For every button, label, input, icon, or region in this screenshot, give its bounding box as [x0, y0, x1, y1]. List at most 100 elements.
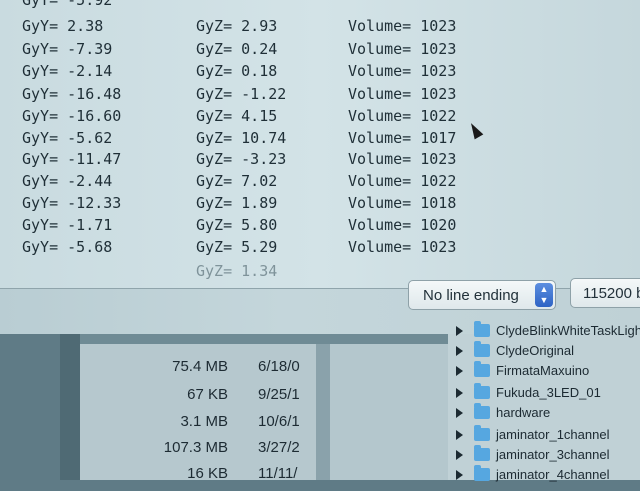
finder-window: 75.4 MB 6/18/0 67 KB 9/25/1 3.1 MB 10/6/… [0, 321, 640, 482]
folder-name: ClydeBlinkWhiteTaskLight [496, 323, 640, 338]
serial-line: GyY= -16.60 GyZ= 4.15 Volume= 1022 [0, 107, 640, 129]
folder-name: FirmataMaxuino [496, 363, 590, 378]
volume-value: Volume= 1023 [348, 150, 457, 168]
folder-icon [474, 403, 490, 419]
disclosure-triangle-icon[interactable] [456, 346, 463, 356]
folder-list: ClydeBlinkWhiteTaskLight ClydeOriginal F… [448, 321, 640, 482]
gyy-value: GyY= -1.71 [22, 216, 113, 234]
volume-value: Volume= 1023 [348, 238, 457, 256]
sidebar-divider[interactable] [60, 334, 80, 480]
volume-value: Volume= 1020 [348, 216, 457, 234]
gyy-value: GyY= -16.60 [22, 107, 122, 125]
serial-line: GyY= -5.92 [0, 0, 640, 13]
folder-name: ClydeOriginal [496, 343, 575, 358]
baud-rate-dropdown[interactable]: 115200 ba [570, 278, 640, 308]
gyz-value: GyZ= 0.24 [196, 40, 278, 58]
gyz-value: GyZ= 4.15 [196, 107, 278, 125]
line-ending-label: No line ending [423, 286, 519, 304]
gyz-value: GyZ= 2.93 [196, 17, 278, 35]
file-date: 6/18/0 [258, 358, 300, 375]
folder-item[interactable]: hardware [448, 403, 640, 426]
folder-name: jaminator_1channel [496, 427, 610, 442]
file-size: 16 KB [187, 465, 228, 482]
column-gap [330, 344, 448, 480]
serial-line: GyY= 2.38 GyZ= 2.93 Volume= 1023 [0, 17, 640, 39]
serial-line: GyY= -16.48 GyZ= -1.22 Volume= 1023 [0, 85, 640, 107]
gyy-value: GyY= -7.39 [22, 40, 113, 58]
serial-line: GyY= -11.47 GyZ= -3.23 Volume= 1023 [0, 150, 640, 172]
gyy-value: GyY= -2.44 [22, 172, 113, 190]
volume-value: Volume= 1023 [348, 62, 457, 80]
gyz-value: GyZ= 5.29 [196, 238, 278, 256]
baud-rate-label: 115200 ba [583, 284, 640, 302]
serial-line: GyY= -12.33 GyZ= 1.89 Volume= 1018 [0, 194, 640, 216]
folder-name: hardware [496, 405, 551, 420]
folder-name: jaminator_3channel [496, 447, 610, 462]
volume-value: Volume= 1017 [348, 129, 457, 147]
gyy-value: GyY= -5.62 [22, 129, 113, 147]
serial-line: GyY= -2.44 GyZ= 7.02 Volume= 1022 [0, 172, 640, 194]
disclosure-triangle-icon[interactable] [456, 366, 463, 376]
folder-icon [474, 465, 490, 481]
folder-icon [474, 321, 490, 337]
file-size: 3.1 MB [180, 413, 228, 430]
folder-icon [474, 445, 490, 461]
updown-arrows-icon: ▲ ▼ [535, 283, 553, 307]
folder-icon [474, 383, 490, 399]
gyz-value: GyZ= 0.18 [196, 62, 278, 80]
gyz-value: GyZ= 1.89 [196, 194, 278, 212]
gyz-value: GyZ= 7.02 [196, 172, 278, 190]
disclosure-triangle-icon[interactable] [456, 430, 463, 440]
gyy-value: GyY= -12.33 [22, 194, 122, 212]
column-divider[interactable] [316, 344, 330, 480]
volume-value: Volume= 1023 [348, 85, 457, 103]
gyy-value: GyY= -16.48 [22, 85, 122, 103]
gyy-value: GyY= -5.68 [22, 238, 113, 256]
gyz-value: GyZ= 10.74 [196, 129, 287, 147]
file-size: 107.3 MB [163, 439, 228, 456]
serial-output-area[interactable]: GyY= -5.92 GyY= 2.38 GyZ= 2.93 Volume= 1… [0, 0, 640, 289]
file-row[interactable]: 16 KB 11/11/ [80, 465, 316, 491]
file-row[interactable]: 75.4 MB 6/18/0 [80, 358, 316, 384]
gyy-value: GyY= -11.47 [22, 150, 122, 168]
volume-value: Volume= 1018 [348, 194, 457, 212]
gyz-value: GyZ= -1.22 [196, 85, 287, 103]
disclosure-triangle-icon[interactable] [456, 450, 463, 460]
file-row[interactable]: 3.1 MB 10/6/1 [80, 413, 316, 439]
line-ending-dropdown[interactable]: No line ending ▲ ▼ [408, 280, 556, 310]
folder-icon [474, 341, 490, 357]
serial-line: GyY= -1.71 GyZ= 5.80 Volume= 1020 [0, 216, 640, 238]
volume-value: Volume= 1022 [348, 107, 457, 125]
serial-line: GyY= -5.68 GyZ= 5.29 Volume= 1023 [0, 238, 640, 260]
folder-item[interactable]: jaminator_4channel [448, 465, 640, 488]
gyy-value: GyY= -5.92 [22, 0, 113, 9]
volume-value: Volume= 1022 [348, 172, 457, 190]
disclosure-triangle-icon[interactable] [456, 470, 463, 480]
serial-monitor-window: GyY= -5.92 GyY= 2.38 GyZ= 2.93 Volume= 1… [0, 0, 640, 350]
gyz-value: GyZ= 5.80 [196, 216, 278, 234]
file-size: 75.4 MB [172, 358, 228, 375]
file-list: 75.4 MB 6/18/0 67 KB 9/25/1 3.1 MB 10/6/… [80, 344, 316, 482]
folder-item[interactable]: FirmataMaxuino [448, 361, 640, 384]
folder-name: Fukuda_3LED_01 [496, 385, 601, 400]
disclosure-triangle-icon[interactable] [456, 326, 463, 336]
serial-line: GyY= -2.14 GyZ= 0.18 Volume= 1023 [0, 62, 640, 84]
gyy-value: GyY= -2.14 [22, 62, 113, 80]
gyz-value: GyZ= 1.34 [196, 262, 278, 280]
serial-line: GyY= -7.39 GyZ= 0.24 Volume= 1023 [0, 40, 640, 62]
file-date: 9/25/1 [258, 386, 300, 403]
volume-value: Volume= 1023 [348, 40, 457, 58]
disclosure-triangle-icon[interactable] [456, 388, 463, 398]
file-date: 11/11/ [258, 465, 298, 482]
file-size: 67 KB [187, 386, 228, 403]
volume-value: Volume= 1023 [348, 17, 457, 35]
folder-icon [474, 425, 490, 441]
file-row[interactable]: 67 KB 9/25/1 [80, 386, 316, 412]
file-row[interactable]: 107.3 MB 3/27/2 [80, 439, 316, 465]
serial-line: GyY= -5.62 GyZ= 10.74 Volume= 1017 [0, 129, 640, 151]
disclosure-triangle-icon[interactable] [456, 408, 463, 418]
file-date: 10/6/1 [258, 413, 300, 430]
gyy-value: GyY= 2.38 [22, 17, 104, 35]
gyz-value: GyZ= -3.23 [196, 150, 287, 168]
file-date: 3/27/2 [258, 439, 300, 456]
